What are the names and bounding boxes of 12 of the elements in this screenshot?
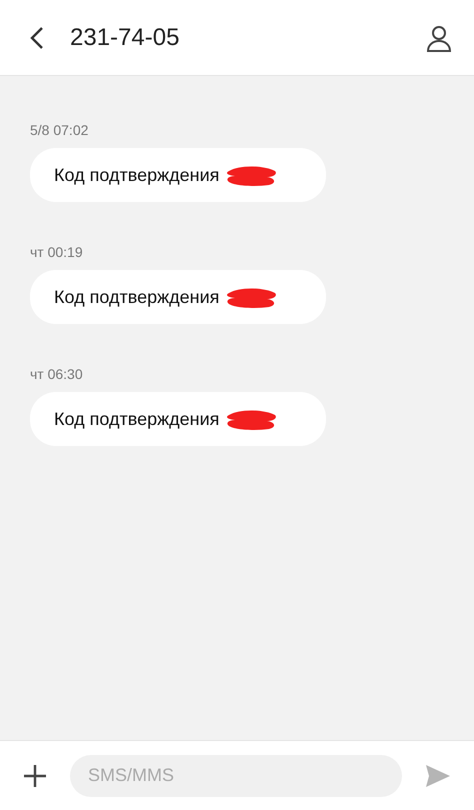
contact-number: 231-74-05	[70, 24, 180, 52]
message-time: 5/8 07:02	[30, 122, 90, 138]
send-icon	[424, 762, 452, 788]
contact-button[interactable]	[426, 24, 452, 52]
message-time: чт 06:30	[30, 366, 84, 382]
person-icon	[426, 24, 452, 52]
message-field[interactable]: SMS/MMS	[70, 754, 402, 796]
message-text: Код подтверждения	[54, 408, 220, 430]
message-text: Код подтверждения	[54, 286, 220, 308]
add-button[interactable]	[22, 762, 48, 788]
message-text: Код подтверждения	[54, 164, 220, 186]
message-time: чт 00:19	[30, 244, 84, 260]
